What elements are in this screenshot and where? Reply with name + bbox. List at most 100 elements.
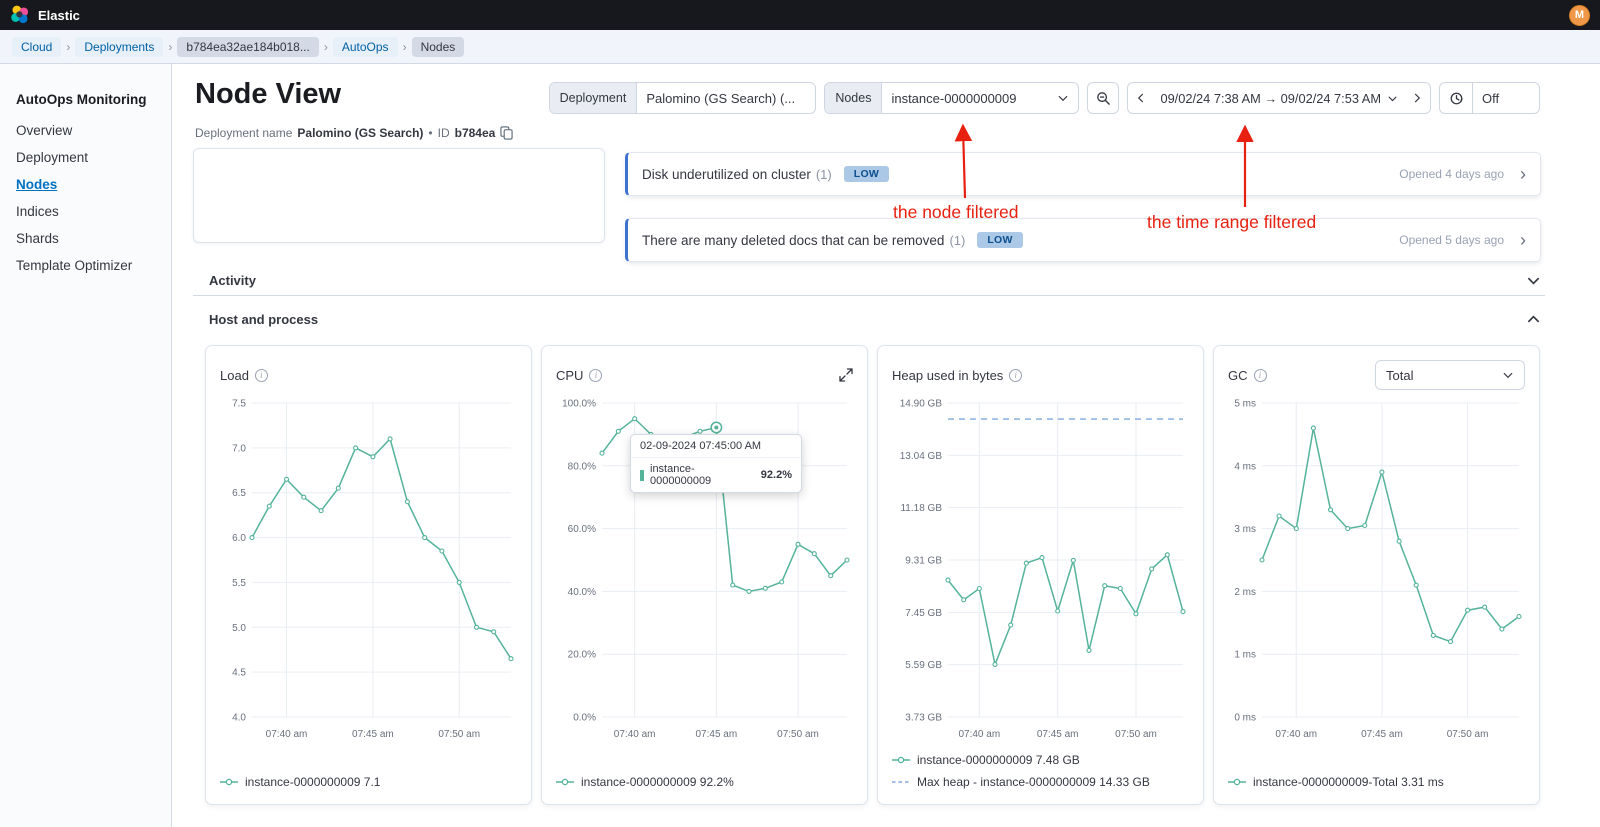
refresh-interval-button[interactable] [1440, 83, 1472, 113]
deployment-select[interactable]: Palomino (GS Search) (... [637, 83, 815, 113]
refresh-select[interactable]: Off [1473, 83, 1539, 113]
severity-badge: LOW [844, 166, 889, 182]
breadcrumb-item[interactable]: Cloud [12, 37, 61, 57]
svg-text:07:40 am: 07:40 am [958, 729, 1000, 740]
time-prev-button[interactable] [1128, 83, 1154, 113]
deployment-name-value: Palomino (GS Search) [297, 126, 423, 140]
tooltip-timestamp: 02-09-2024 07:45:00 AM [631, 435, 801, 458]
breadcrumb-item[interactable]: Deployments [75, 37, 163, 57]
svg-text:4 ms: 4 ms [1234, 461, 1256, 472]
cpu-chart-tooltip: 02-09-2024 07:45:00 AM instance-00000000… [630, 434, 802, 493]
fullscreen-icon[interactable] [839, 368, 853, 382]
severity-badge: LOW [977, 232, 1022, 248]
svg-text:13.04 GB: 13.04 GB [900, 451, 943, 462]
chevron-right-icon[interactable]: › [1520, 165, 1526, 183]
svg-text:11.18 GB: 11.18 GB [900, 503, 942, 514]
svg-text:9.31 GB: 9.31 GB [905, 556, 942, 567]
zoom-out-button[interactable] [1087, 82, 1119, 114]
chevron-up-icon[interactable] [1526, 312, 1541, 327]
copy-icon[interactable] [500, 126, 513, 140]
sidebar-item-shards[interactable]: Shards [16, 231, 155, 246]
gc-chart-legend: instance-0000000009-Total 3.31 ms [1228, 775, 1525, 791]
host-section-title: Host and process [209, 312, 318, 327]
svg-text:80.0%: 80.0% [568, 461, 596, 472]
legend-item[interactable]: instance-0000000009 7.48 GB [892, 753, 1189, 767]
chevron-down-icon [1502, 369, 1514, 381]
time-range-group: 09/02/24 7:38 AM → 09/02/24 7:53 AM [1127, 82, 1431, 114]
svg-text:07:50 am: 07:50 am [1115, 729, 1157, 740]
alert-opened-text: Opened 5 days ago [1399, 233, 1504, 247]
user-avatar[interactable]: M [1569, 5, 1590, 26]
gc-chart[interactable]: 5 ms4 ms3 ms2 ms1 ms0 ms07:40 am07:45 am… [1228, 395, 1527, 743]
svg-text:07:40 am: 07:40 am [1275, 729, 1317, 740]
breadcrumb-item[interactable]: b784ea32ae184b018... [177, 37, 318, 57]
tooltip-series-value: 92.2% [761, 469, 792, 481]
sidebar-item-nodes[interactable]: Nodes [16, 177, 155, 192]
svg-text:3 ms: 3 ms [1234, 524, 1256, 535]
legend-series-icon [1228, 777, 1246, 787]
gc-metric-select[interactable]: Total [1375, 360, 1525, 390]
empty-panel [193, 148, 605, 243]
legend-item[interactable]: Max heap - instance-0000000009 14.33 GB [892, 775, 1189, 789]
info-icon[interactable]: i [255, 369, 268, 382]
time-next-button[interactable] [1404, 83, 1430, 113]
alert-title: Disk underutilized on cluster [642, 167, 811, 182]
svg-text:3.73 GB: 3.73 GB [905, 713, 942, 724]
header-controls: Deployment Palomino (GS Search) (... Nod… [549, 82, 1540, 114]
breadcrumb-item[interactable]: Nodes [412, 37, 465, 57]
legend-label: instance-0000000009 7.1 [245, 775, 380, 789]
legend-item[interactable]: instance-0000000009 7.1 [220, 775, 517, 789]
deployment-id-value: b784ea [455, 126, 496, 140]
svg-text:40.0%: 40.0% [568, 587, 596, 598]
info-icon[interactable]: i [1009, 369, 1022, 382]
svg-text:14.90 GB: 14.90 GB [900, 399, 943, 410]
alert-count: (1) [949, 233, 965, 248]
sidebar-item-overview[interactable]: Overview [16, 123, 155, 138]
svg-text:100.0%: 100.0% [562, 399, 596, 410]
chevron-right-icon [1411, 92, 1423, 104]
alert-opened-text: Opened 4 days ago [1399, 167, 1504, 181]
section-host-and-process[interactable]: Host and process [193, 304, 1545, 334]
charts-row: Load i 7.57.06.56.05.55.04.54.007:40 am0… [205, 345, 1540, 805]
svg-text:07:50 am: 07:50 am [1447, 729, 1489, 740]
info-icon[interactable]: i [1254, 369, 1267, 382]
time-refresh-icon [1449, 91, 1464, 106]
tooltip-series-name: instance-0000000009 [650, 463, 755, 487]
auto-refresh-group: Off [1439, 82, 1540, 114]
svg-text:07:45 am: 07:45 am [1361, 729, 1403, 740]
legend-label: Max heap - instance-0000000009 14.33 GB [917, 775, 1150, 789]
alert-count: (1) [816, 167, 832, 182]
section-activity[interactable]: Activity [193, 266, 1545, 296]
alert-row[interactable]: There are many deleted docs that can be … [625, 218, 1541, 262]
svg-text:5 ms: 5 ms [1234, 399, 1256, 410]
breadcrumb: Cloud › Deployments › b784ea32ae184b018... › A… [0, 30, 1600, 64]
legend-series-icon [892, 777, 910, 787]
time-range-picker[interactable]: 09/02/24 7:38 AM → 09/02/24 7:53 AM [1154, 83, 1404, 113]
gc-chart-title: GC [1228, 368, 1248, 383]
load-chart[interactable]: 7.57.06.56.05.55.04.54.007:40 am07:45 am… [220, 395, 519, 743]
deployment-name-label: Deployment name [195, 126, 292, 140]
cpu-chart-legend: instance-0000000009 92.2% [556, 775, 853, 791]
alert-row[interactable]: Disk underutilized on cluster (1) LOW Opene… [625, 152, 1541, 196]
heap-chart[interactable]: 14.90 GB13.04 GB11.18 GB9.31 GB7.45 GB5.… [892, 395, 1191, 743]
nodes-select[interactable]: instance-0000000009 [882, 83, 1078, 113]
chevron-right-icon[interactable]: › [1520, 231, 1526, 249]
info-icon[interactable]: i [589, 369, 602, 382]
legend-item[interactable]: instance-0000000009 92.2% [556, 775, 853, 789]
breadcrumb-separator: › [66, 40, 70, 54]
svg-text:0 ms: 0 ms [1234, 713, 1256, 724]
sidebar-item-indices[interactable]: Indices [16, 204, 155, 219]
svg-text:6.5: 6.5 [232, 488, 246, 499]
svg-text:4.5: 4.5 [232, 668, 246, 679]
legend-item[interactable]: instance-0000000009-Total 3.31 ms [1228, 775, 1525, 789]
breadcrumb-separator: › [403, 40, 407, 54]
breadcrumb-item[interactable]: AutoOps [333, 37, 398, 57]
breadcrumb-separator: › [324, 40, 328, 54]
series-swatch [640, 470, 644, 481]
sidebar-item-deployment[interactable]: Deployment [16, 150, 155, 165]
chevron-down-icon[interactable] [1526, 273, 1541, 288]
elastic-logo-icon[interactable] [10, 5, 30, 25]
deployment-filter-label: Deployment [550, 83, 638, 113]
svg-text:7.45 GB: 7.45 GB [905, 608, 942, 619]
sidebar-item-template-optimizer[interactable]: Template Optimizer [16, 258, 155, 273]
